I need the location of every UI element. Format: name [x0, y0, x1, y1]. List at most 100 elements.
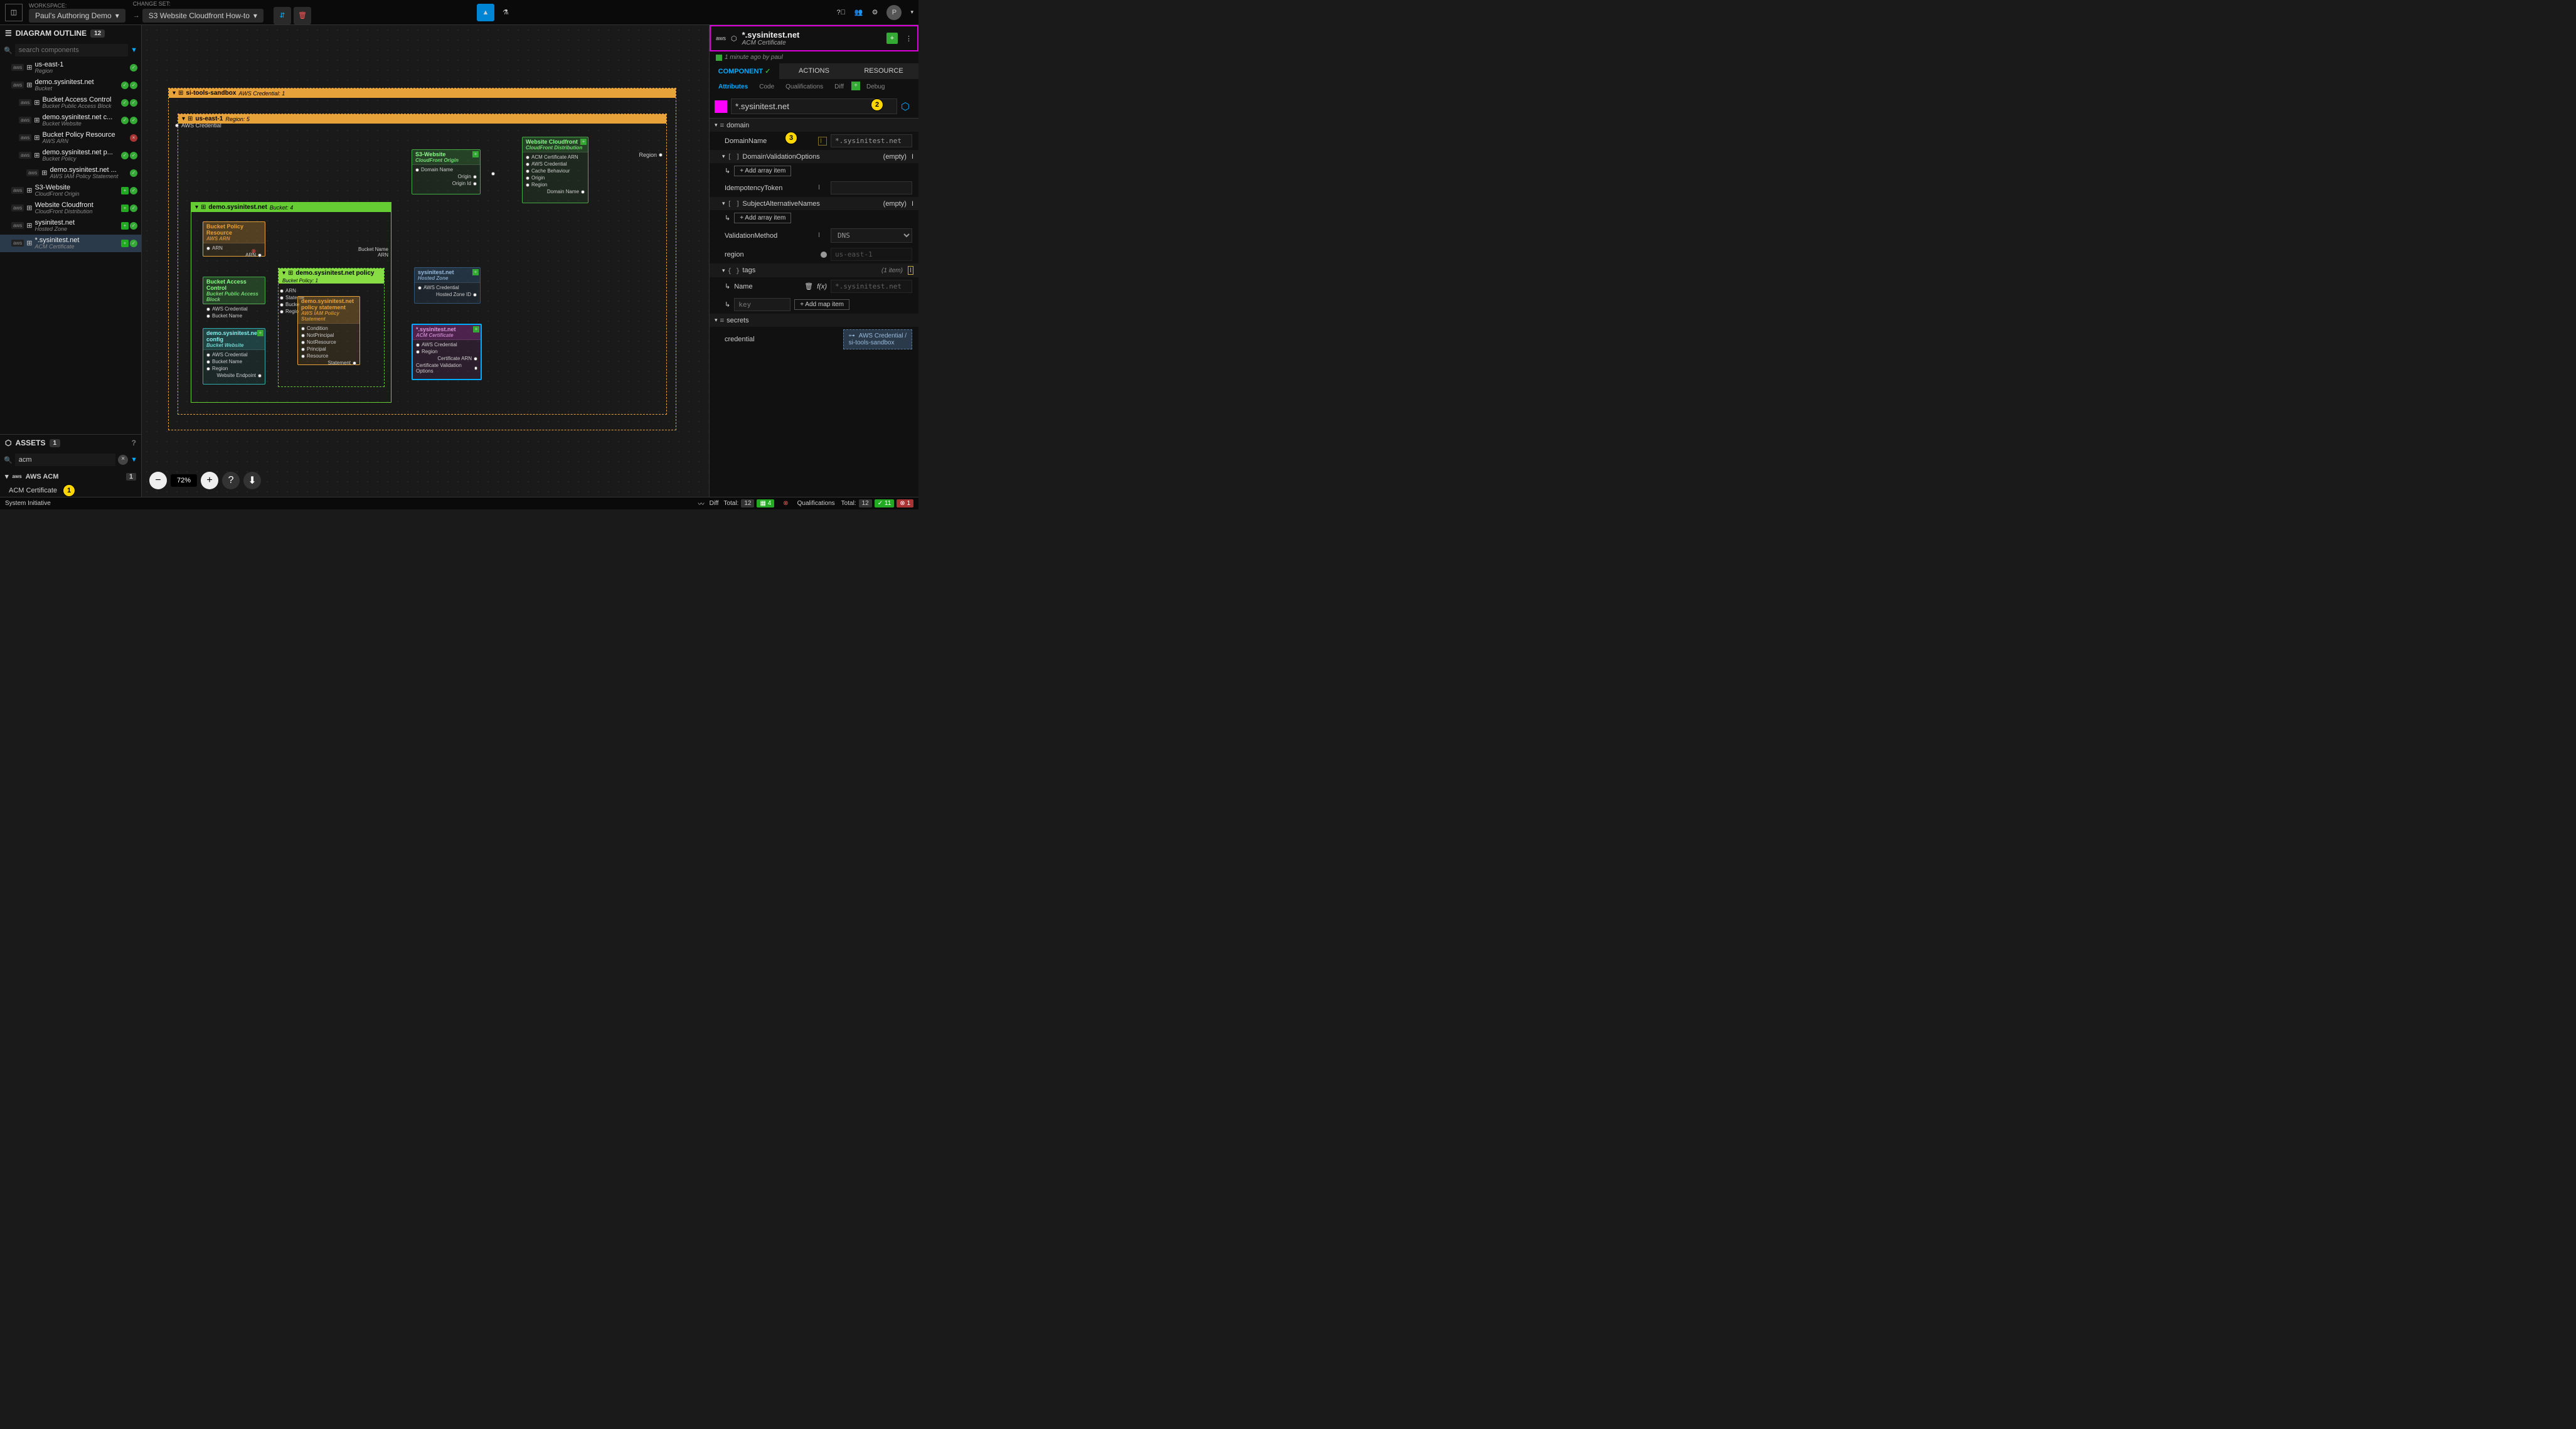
menu-icon[interactable]: ⋮	[905, 35, 912, 43]
section-secrets[interactable]: ▾ ≡ secrets	[710, 314, 918, 327]
node-bucket-policy-resource[interactable]: Bucket Policy ResourceAWS ARN ARN ARN ⊗	[203, 221, 265, 257]
idempotency-input[interactable]	[831, 181, 912, 194]
tab-debug[interactable]: Debug	[861, 82, 890, 92]
outline-item[interactable]: aws⊞demo.sysinitest.net c...Bucket Websi…	[0, 112, 141, 129]
tag-key: Name	[734, 283, 801, 290]
indent-icon: ↳	[725, 167, 730, 175]
edit-icon[interactable]: I	[908, 266, 913, 275]
outline-item[interactable]: aws⊞S3-WebsiteCloudFront Origin+✓	[0, 182, 141, 199]
validation-method-select[interactable]: DNS	[831, 228, 912, 243]
zoom-help-button[interactable]: ?	[222, 472, 240, 489]
changeset-block: CHANGE SET: → S3 Website Cloudfront How-…	[133, 1, 311, 24]
outline-item[interactable]: aws⊞Bucket Access ControlBucket Public A…	[0, 94, 141, 112]
frame-credential[interactable]: ▾⊞ si-tools-sandbox AWS Credential: 1 AW…	[168, 88, 676, 430]
zoom-in-button[interactable]: +	[201, 472, 218, 489]
frame-policy[interactable]: ▾⊞ demo.sysinitest.net policy Bucket Pol…	[278, 268, 385, 387]
add-icon[interactable]: +	[472, 151, 479, 157]
diff-icon[interactable]: 〰	[698, 499, 705, 508]
credential-chip[interactable]: ⊶ AWS Credential / si-tools-sandbox	[843, 329, 912, 349]
status-icons: ✓	[130, 64, 137, 72]
frame-title: demo.sysinitest.net	[208, 204, 267, 211]
outline-item[interactable]: aws⊞Website CloudfrontCloudFront Distrib…	[0, 199, 141, 217]
zoom-out-button[interactable]: −	[149, 472, 167, 489]
add-icon[interactable]: +	[472, 269, 479, 275]
edit-icon[interactable]: I	[912, 153, 913, 161]
merge-button[interactable]: ⇵	[274, 7, 291, 24]
frame-region[interactable]: ▾⊞ us-east-1 Region: 5 Region ▾⊞ demo.sy…	[178, 114, 667, 415]
download-button[interactable]: ⬇	[243, 472, 261, 489]
node-hosted-zone[interactable]: sysinitest.netHosted Zone AWS Credential…	[414, 267, 481, 304]
empty-label: (empty)	[883, 153, 907, 161]
edit-icon[interactable]: I	[818, 231, 827, 240]
node-bucket-config[interactable]: demo.sysinitest.net configBucket Website…	[203, 328, 265, 385]
add-map-item-button[interactable]: + Add map item	[794, 299, 849, 310]
delete-button[interactable]: 🗑	[294, 7, 311, 24]
domain-name-input[interactable]	[831, 134, 912, 147]
node-s3-website[interactable]: S3-WebsiteCloudFront Origin Domain Name …	[412, 149, 481, 194]
outline-item[interactable]: aws⊞demo.sysinitest.net p...Bucket Polic…	[0, 147, 141, 164]
cube-icon[interactable]: ⬡	[901, 100, 913, 113]
indent-icon: ↳	[725, 300, 730, 309]
section-dvo[interactable]: ▾ [ ] DomainValidationOptions (empty) I	[710, 150, 918, 163]
help-icon[interactable]: ?	[132, 438, 136, 447]
outline-item[interactable]: aws⊞demo.sysinitest.netBucket✓✓	[0, 77, 141, 94]
frame-bucket[interactable]: ▾⊞ demo.sysinitest.net Bucket: 4 Bucket …	[191, 202, 391, 403]
color-swatch[interactable]	[715, 100, 727, 113]
tab-attributes[interactable]: Attributes	[713, 82, 753, 92]
edit-icon[interactable]: I	[818, 184, 827, 193]
tab-resource[interactable]: RESOURCE	[849, 63, 918, 79]
node-policy-statement[interactable]: demo.sysinitest.net policy statementAWS …	[297, 296, 360, 365]
section-tags[interactable]: ▾ { } tags (1 item) I	[710, 263, 918, 277]
tab-component[interactable]: COMPONENT ✓	[710, 63, 779, 79]
section-san[interactable]: ▾ [ ] SubjectAlternativeNames (empty) I	[710, 197, 918, 210]
help-icon[interactable]: ?⃝	[837, 9, 846, 16]
delete-icon[interactable]: 🗑	[804, 282, 813, 290]
qual-label[interactable]: Qualifications	[797, 500, 835, 507]
outline-item[interactable]: aws⊞sysinitest.netHosted Zone+✓	[0, 217, 141, 235]
component-sub: ACM Certificate	[742, 40, 800, 46]
outline-search-input[interactable]	[15, 44, 128, 56]
tab-diff[interactable]: Diff	[829, 82, 849, 92]
edit-icon[interactable]: I	[912, 200, 913, 208]
add-array-item-button[interactable]: + Add array item	[734, 166, 791, 176]
outline-item[interactable]: aws⊞*.sysinitest.netACM Certificate+✓	[0, 235, 141, 252]
chevron-down-icon: ▾	[253, 11, 257, 20]
settings-icon[interactable]: ⚙	[872, 8, 878, 16]
add-button[interactable]: +	[886, 33, 898, 44]
diagram-canvas[interactable]: ▾⊞ si-tools-sandbox AWS Credential: 1 AW…	[142, 25, 709, 497]
diff-label[interactable]: Diff	[710, 500, 719, 507]
user-avatar[interactable]: P	[886, 5, 902, 20]
tag-value-input[interactable]	[831, 280, 912, 293]
tab-code[interactable]: Code	[754, 82, 779, 92]
node-bucket-access-control[interactable]: Bucket Access ControlBucket Public Acces…	[203, 277, 265, 304]
add-icon[interactable]: +	[580, 139, 587, 145]
add-tab-button[interactable]: +	[851, 82, 860, 90]
edit-icon[interactable]: I	[818, 137, 827, 146]
section-domain[interactable]: ▾ ≡ domain	[710, 119, 918, 132]
node-website-cloudfront[interactable]: Website CloudfrontCloudFront Distributio…	[522, 137, 588, 203]
tab-qualifications[interactable]: Qualifications	[780, 82, 828, 92]
diagram-view-button[interactable]: ▲	[477, 4, 494, 21]
outline-item[interactable]: aws⊞us-east-1Region✓	[0, 59, 141, 77]
clear-search-button[interactable]: ×	[118, 455, 128, 465]
app-logo[interactable]: ◫	[5, 4, 23, 21]
asset-group[interactable]: ▾ aws AWS ACM 1	[0, 469, 141, 484]
asset-item[interactable]: ACM Certificate 1	[0, 484, 141, 497]
workspace-dropdown[interactable]: Paul's Authoring Demo ▾	[29, 9, 125, 23]
lab-view-button[interactable]: ⚗	[497, 4, 514, 21]
fx-icon[interactable]: f(x)	[817, 283, 827, 290]
filter-icon[interactable]: ▼	[130, 456, 137, 464]
region-input[interactable]	[831, 248, 912, 261]
outline-item[interactable]: aws⊞Bucket Policy ResourceAWS ARN×	[0, 129, 141, 147]
tag-key-input[interactable]	[734, 298, 790, 311]
add-icon[interactable]: +	[257, 330, 263, 336]
discord-icon[interactable]: 👥	[854, 8, 863, 16]
tab-actions[interactable]: ACTIONS	[779, 63, 849, 79]
changeset-dropdown[interactable]: S3 Website Cloudfront How-to ▾	[142, 9, 263, 23]
filter-icon[interactable]: ▼	[130, 46, 137, 54]
assets-search-input[interactable]	[15, 454, 115, 466]
node-acm-certificate[interactable]: *.sysinitest.netACM Certificate AWS Cred…	[412, 324, 482, 380]
add-icon[interactable]: +	[473, 326, 479, 332]
add-array-item-button[interactable]: + Add array item	[734, 213, 791, 223]
outline-item[interactable]: aws⊞demo.sysinitest.net ...AWS IAM Polic…	[0, 164, 141, 182]
